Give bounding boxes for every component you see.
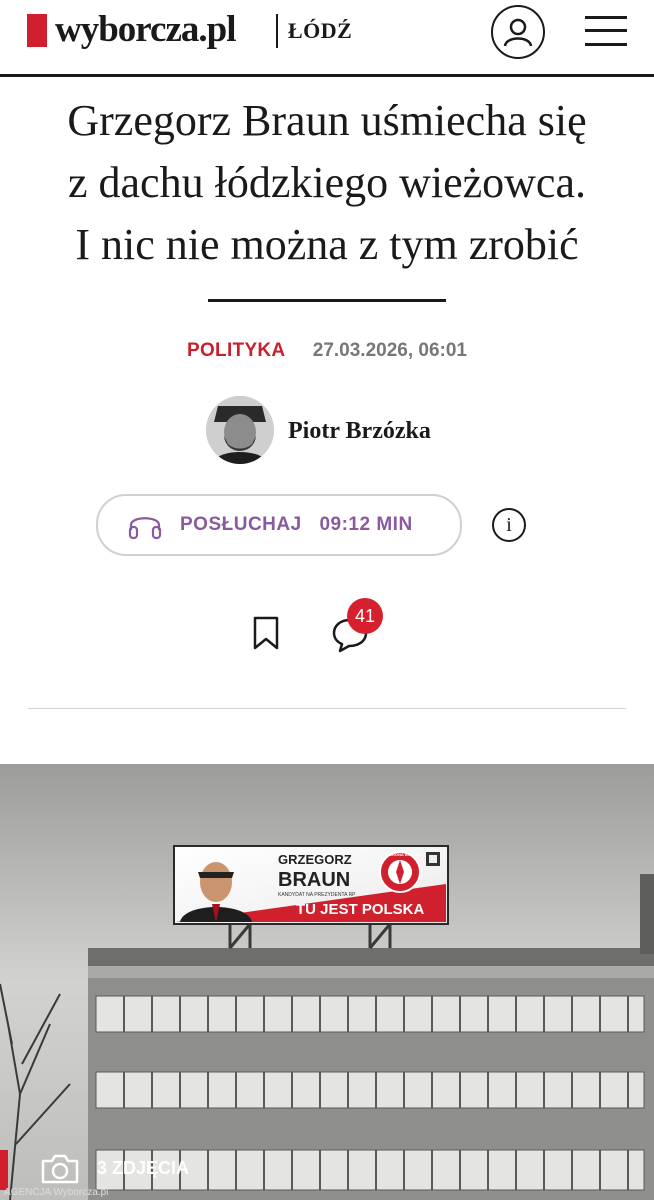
publish-date: 27.03.2026, 06:01 — [312, 340, 467, 361]
menu-button[interactable] — [585, 14, 627, 48]
menu-bar — [585, 43, 627, 46]
bookmark-icon[interactable] — [252, 615, 280, 651]
article-title: Grzegorz Braun uśmiecha się z dachu łódz… — [20, 90, 634, 276]
article-photo[interactable]: GRZEGORZ BRAUN KANDYDAT NA PREZYDENTA RP… — [0, 764, 654, 1200]
billboard-slogan: TU JEST POLSKA — [296, 901, 425, 918]
site-logo[interactable]: wyborcza.pl — [55, 6, 237, 54]
listen-button[interactable]: POSŁUCHAJ 09:12 MIN — [96, 494, 462, 556]
city-section-link[interactable]: ŁÓDŹ — [288, 16, 352, 46]
logo-separator — [276, 14, 278, 48]
billboard-badge-text: KORONA BRAUNA — [386, 852, 422, 857]
camera-icon — [41, 1155, 79, 1184]
site-header: wyborcza.pl ŁÓDŹ — [0, 0, 654, 77]
billboard-subtitle: KANDYDAT NA PREZYDENTA RP — [278, 892, 356, 898]
photo-count: 3 ZDJĘCIA — [97, 1158, 190, 1178]
photo-credit: AGENCJA Wyborcza.pl — [4, 1187, 109, 1198]
listen-text: POSŁUCHAJ — [180, 514, 302, 535]
menu-bar — [585, 29, 627, 32]
photo-accent-strip — [0, 1150, 8, 1190]
author-name[interactable]: Piotr Brzózka — [288, 416, 431, 446]
billboard-name-first: GRZEGORZ — [278, 852, 352, 867]
author-avatar[interactable] — [206, 396, 274, 464]
title-divider — [208, 299, 446, 302]
headphones-icon — [128, 517, 162, 540]
comment-count-badge[interactable]: 41 — [347, 598, 383, 634]
logo-mark[interactable] — [27, 14, 47, 47]
info-icon[interactable]: i — [492, 508, 526, 542]
listen-label: POSŁUCHAJ 09:12 MIN — [180, 512, 413, 538]
category-link[interactable]: POLITYKA — [187, 340, 285, 361]
billboard-badge-year: 2025 — [393, 886, 404, 892]
article-title-line: Grzegorz Braun uśmiecha się — [67, 96, 587, 145]
billboard-name-last: BRAUN — [278, 869, 350, 891]
user-account-button[interactable] — [491, 5, 545, 59]
user-icon — [503, 18, 533, 47]
article-title-line: z dachu łódzkiego wieżowca. — [68, 158, 586, 207]
menu-bar — [585, 16, 627, 19]
article-title-line: I nic nie można z tym zrobić — [75, 220, 579, 269]
photo-gallery-button[interactable]: 3 ZDJĘCIA — [40, 1150, 189, 1186]
article-meta: POLITYKA 27.03.2026, 06:01 — [0, 338, 654, 364]
section-divider — [28, 708, 626, 709]
listen-duration: 09:12 MIN — [319, 514, 413, 535]
